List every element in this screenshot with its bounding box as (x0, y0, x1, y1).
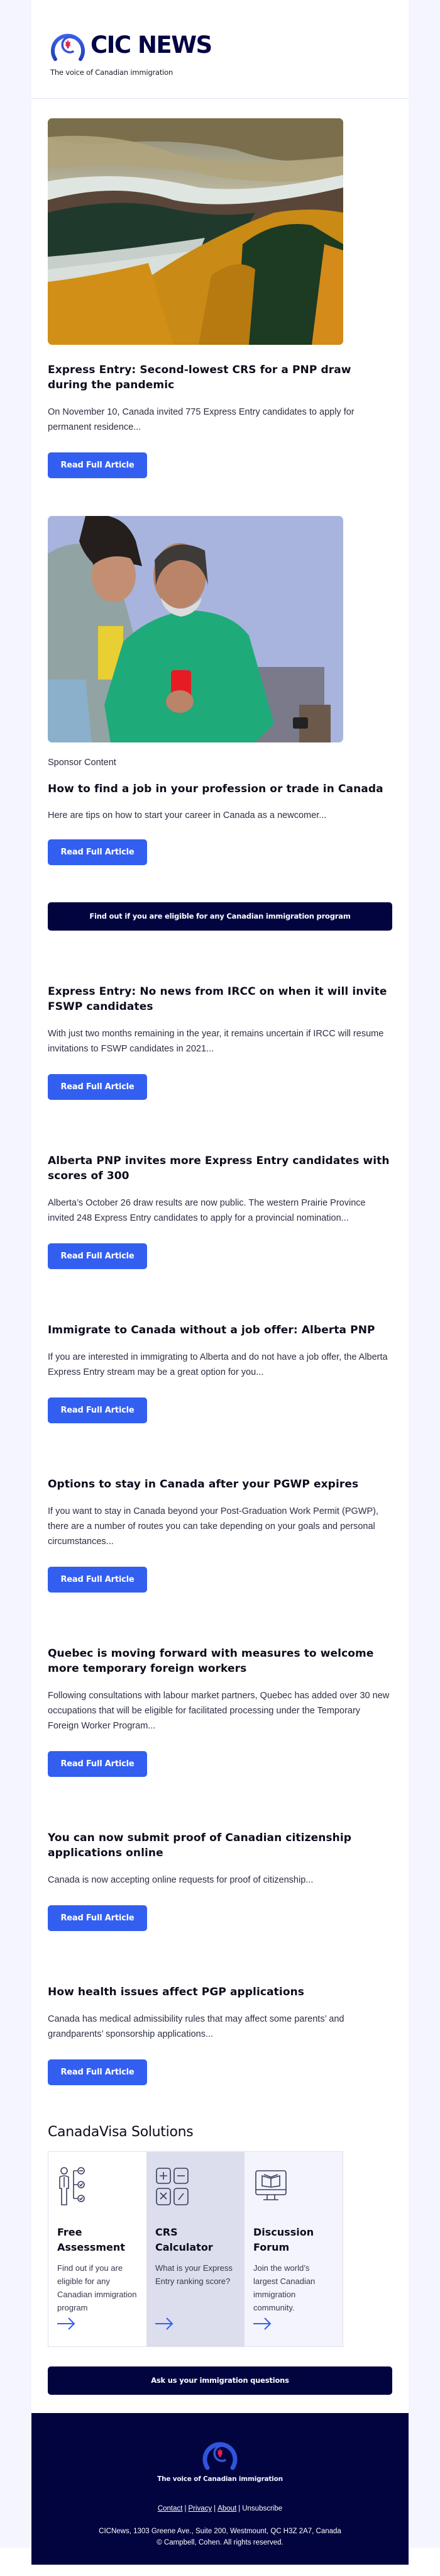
article-excerpt: Following consultations with labour mark… (48, 1691, 390, 1731)
calculator-icon (156, 2168, 189, 2205)
footer-links: Contact | Privacy | About | Unsubscribe (31, 2505, 409, 2512)
separator: | (238, 2505, 241, 2512)
article-title[interactable]: How health issues affect PGP application… (48, 1985, 392, 2000)
email-container: CIC NEWS The voice of Canadian immigrati… (31, 0, 409, 2565)
solutions-heading: CanadaVisa Solutions (48, 2124, 194, 2140)
footer: The voice of Canadian immigration Contac… (31, 2413, 409, 2565)
article-title[interactable]: Alberta PNP invites more Express Entry c… (48, 1153, 392, 1184)
article-title[interactable]: How to find a job in your profession or … (48, 781, 392, 797)
article-card: You can now submit proof of Canadian cit… (31, 1777, 409, 1931)
solution-discussion-forum[interactable]: Discussion Forum Join the world’s larges… (245, 2152, 343, 2346)
read-full-article-button[interactable]: Read Full Article (48, 1074, 147, 1100)
arrow-right-icon[interactable] (155, 2317, 174, 2331)
footer-copyright: © Campbell, Cohen. All rights reserved. (157, 2539, 283, 2546)
solution-crs-calculator[interactable]: CRS Calculator What is your Express Entr… (146, 2152, 245, 2346)
article-title[interactable]: Express Entry: Second-lowest CRS for a P… (48, 362, 392, 393)
article-excerpt: If you want to stay in Canada beyond you… (48, 1506, 378, 1547)
footer-address: CICNews, 1303 Greene Ave., Suite 200, We… (99, 2528, 341, 2535)
read-full-article-button[interactable]: Read Full Article (48, 839, 147, 865)
solution-description: What is your Express Entry ranking score… (155, 2263, 233, 2286)
article-card: Express Entry: No news from IRCC on when… (31, 931, 409, 1100)
article-excerpt: On November 10, Canada invited 775 Expre… (48, 407, 355, 432)
read-full-article-button[interactable]: Read Full Article (48, 1751, 147, 1777)
footer-link-privacy[interactable]: Privacy (188, 2505, 212, 2512)
assessment-checklist-icon (59, 2167, 85, 2205)
article-card: Express Entry: Second-lowest CRS for a P… (31, 99, 409, 478)
sponsor-content-label: Sponsor Content (48, 758, 116, 768)
footer-link-contact[interactable]: Contact (158, 2505, 183, 2512)
read-full-article-button[interactable]: Read Full Article (48, 1243, 147, 1269)
footer-address-block: CICNews, 1303 Greene Ave., Suite 200, We… (31, 2526, 409, 2548)
sponsored-article-card: Sponsor Content How to find a job in you… (31, 478, 409, 865)
article-title[interactable]: Express Entry: No news from IRCC on when… (48, 984, 392, 1014)
article-card: Alberta PNP invites more Express Entry c… (31, 1100, 409, 1269)
article-card: Options to stay in Canada after your PGW… (31, 1423, 409, 1593)
read-full-article-button[interactable]: Read Full Article (48, 1397, 147, 1423)
read-full-article-button[interactable]: Read Full Article (48, 1905, 147, 1931)
article-excerpt: Here are tips on how to start your caree… (48, 810, 327, 820)
read-full-article-button[interactable]: Read Full Article (48, 1567, 147, 1593)
header: CIC NEWS The voice of Canadian immigrati… (31, 0, 409, 99)
article-title[interactable]: You can now submit proof of Canadian cit… (48, 1830, 392, 1861)
separator: | (214, 2505, 216, 2512)
article-card: Immigrate to Canada without a job offer:… (31, 1269, 409, 1423)
article-excerpt: Canada has medical admissibility rules t… (48, 2014, 344, 2039)
article-excerpt: If you are interested in immigrating to … (48, 1352, 388, 1377)
article-image-people-phone[interactable] (48, 516, 343, 742)
read-full-article-button[interactable]: Read Full Article (48, 2059, 147, 2085)
article-excerpt: With just two months remaining in the ye… (48, 1029, 384, 1054)
header-tagline: The voice of Canadian immigration (50, 68, 173, 77)
eligibility-cta-button[interactable]: Find out if you are eligible for any Can… (48, 902, 392, 931)
footer-link-unsubscribe[interactable]: Unsubscribe (242, 2505, 282, 2512)
article-title[interactable]: Options to stay in Canada after your PGW… (48, 1477, 392, 1492)
eligibility-cta-section: Find out if you are eligible for any Can… (31, 865, 409, 931)
article-card: Quebec is moving forward with measures t… (31, 1593, 409, 1777)
solution-description: Find out if you are eligible for any Can… (57, 2263, 137, 2312)
solution-description: Join the world’s largest Canadian immigr… (253, 2263, 316, 2312)
solution-title: Free Assessment (57, 2226, 125, 2253)
footer-tagline: The voice of Canadian immigration (157, 2475, 283, 2483)
solution-free-assessment[interactable]: Free Assessment Find out if you are elig… (48, 2152, 146, 2346)
read-full-article-button[interactable]: Read Full Article (48, 452, 147, 478)
monitor-book-icon (255, 2170, 287, 2200)
solutions-section: CanadaVisa Solutions Free Assessment Fin… (31, 2085, 409, 2347)
solution-title: Discussion Forum (253, 2226, 314, 2253)
cic-news-logo[interactable]: CIC NEWS (50, 28, 212, 62)
article-image-autumn-forest[interactable] (48, 118, 343, 345)
article-card: How health issues affect PGP application… (31, 1931, 409, 2085)
article-excerpt: Canada is now accepting online requests … (48, 1875, 314, 1885)
brand-name: CIC NEWS (91, 31, 212, 59)
article-title[interactable]: Immigrate to Canada without a job offer:… (48, 1323, 392, 1338)
arrow-right-icon[interactable] (253, 2317, 272, 2331)
questions-cta-section: Ask us your immigration questions (31, 2347, 409, 2413)
article-excerpt: Alberta’s October 26 draw results are no… (48, 1198, 366, 1223)
solution-title: CRS Calculator (155, 2226, 213, 2253)
ask-questions-button[interactable]: Ask us your immigration questions (48, 2366, 392, 2395)
article-title[interactable]: Quebec is moving forward with measures t… (48, 1646, 392, 1676)
arrow-right-icon[interactable] (57, 2317, 76, 2331)
separator: | (184, 2505, 187, 2512)
cic-logo-mark-icon (51, 33, 85, 61)
solutions-grid: Free Assessment Find out if you are elig… (48, 2151, 343, 2347)
footer-link-about[interactable]: About (217, 2505, 236, 2512)
footer-logo-mark-icon[interactable] (201, 2436, 239, 2470)
